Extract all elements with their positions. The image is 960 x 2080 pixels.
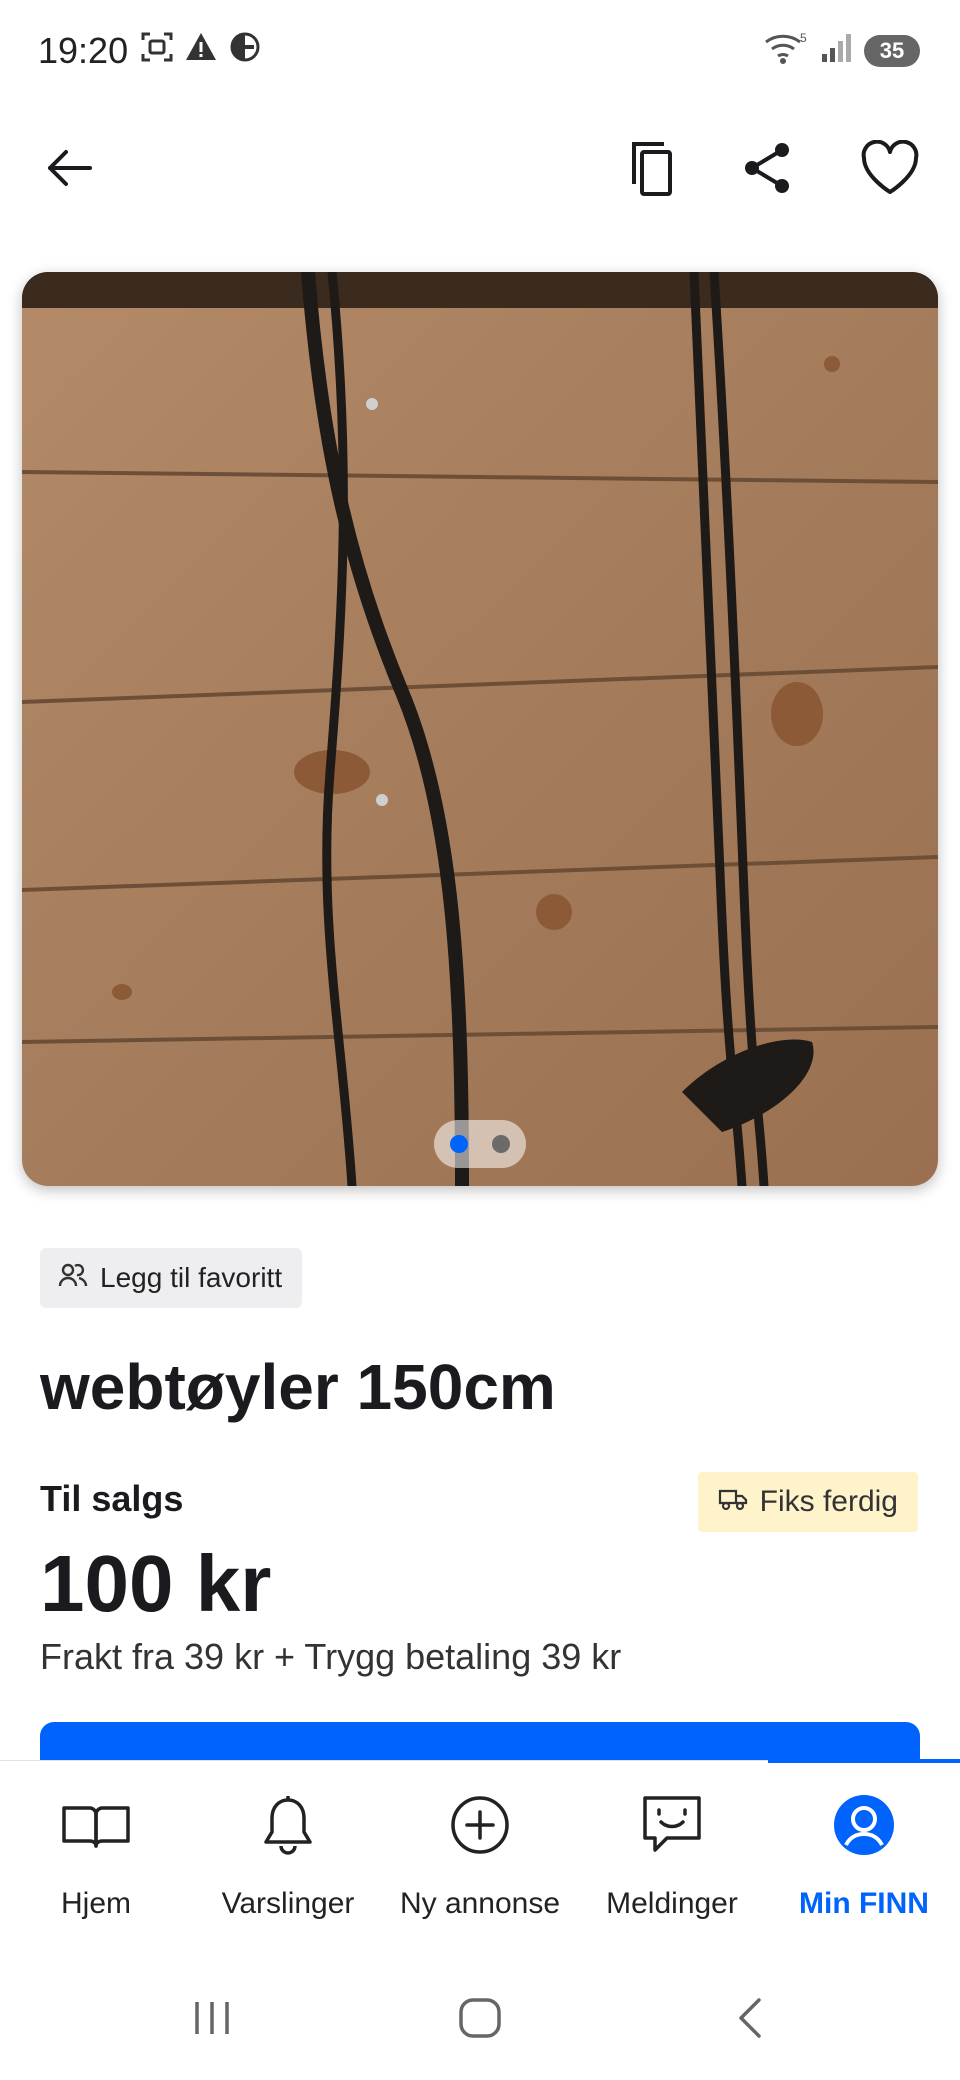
recent-apps-button[interactable] [172,1990,252,2050]
svg-text:5: 5 [800,31,807,45]
home-icon [457,1996,503,2045]
carousel-dot-2[interactable] [492,1135,510,1153]
home-button[interactable] [440,1990,520,2050]
screenshot-icon [140,30,174,69]
status-bar: 19:20 5 35 [0,0,960,104]
fiks-ferdig-label: Fiks ferdig [759,1485,898,1518]
book-icon [60,1785,132,1865]
heart-icon [860,139,920,201]
wifi-icon: 5 [764,30,808,71]
active-tab-indicator [768,1759,960,1763]
nav-meldinger[interactable]: Meldinger [576,1785,768,1935]
recent-apps-icon [191,1998,233,2043]
nav-hjem[interactable]: Hjem [0,1785,192,1935]
system-back-button[interactable] [710,1990,790,2050]
listing-title: webtøyler 150cm [40,1351,556,1423]
back-arrow-icon [44,142,96,199]
people-icon [58,1262,88,1295]
nav-min-finn[interactable]: Min FINN [768,1785,960,1935]
data-saver-icon [228,30,262,69]
add-favorite-chip[interactable]: Legg til favoritt [40,1248,303,1308]
bottom-navigation: Hjem Varslinger Ny annonse Meldinger Min… [0,1759,960,1961]
delivery-truck-icon [718,1485,748,1519]
copy-icon [622,138,678,203]
copy-link-button[interactable] [610,130,690,210]
share-button[interactable] [728,130,808,210]
back-button[interactable] [30,130,110,210]
listing-photo [22,272,938,1186]
nav-varslinger-label: Varslinger [221,1887,355,1920]
listing-status: Til salgs [40,1478,184,1519]
bell-icon [260,1785,316,1865]
signal-icon [820,32,852,69]
system-navigation [0,1960,960,2080]
status-right-icons: 5 35 [764,30,920,71]
nav-ny-annonse-label: Ny annonse [399,1887,561,1920]
carousel-dot-1[interactable] [450,1135,468,1153]
carousel-indicator [434,1120,526,1168]
shipping-info: Frakt fra 39 kr + Trygg betaling 39 kr [40,1636,622,1677]
nav-meldinger-label: Meldinger [606,1887,738,1920]
battery-icon: 35 [864,34,920,67]
favorite-heart-button[interactable] [850,130,930,210]
warning-icon [184,30,218,69]
share-icon [740,140,796,201]
listing-image[interactable] [22,272,938,1186]
chat-icon [641,1785,703,1865]
plus-circle-icon [449,1785,511,1865]
listing-price: 100 kr [40,1539,272,1628]
add-favorite-label: Legg til favoritt [100,1262,283,1293]
status-left-icons [140,30,262,69]
buy-button[interactable] [40,1722,920,1762]
nav-min-finn-label: Min FINN [799,1887,929,1920]
nav-varslinger[interactable]: Varslinger [192,1785,384,1935]
profile-icon [832,1785,896,1865]
nav-hjem-label: Hjem [60,1887,131,1920]
fiks-ferdig-badge: Fiks ferdig [697,1472,918,1532]
nav-ny-annonse[interactable]: Ny annonse [384,1785,576,1935]
status-time: 19:20 [38,30,129,71]
back-icon [735,1996,765,2045]
top-action-bar [0,120,960,220]
